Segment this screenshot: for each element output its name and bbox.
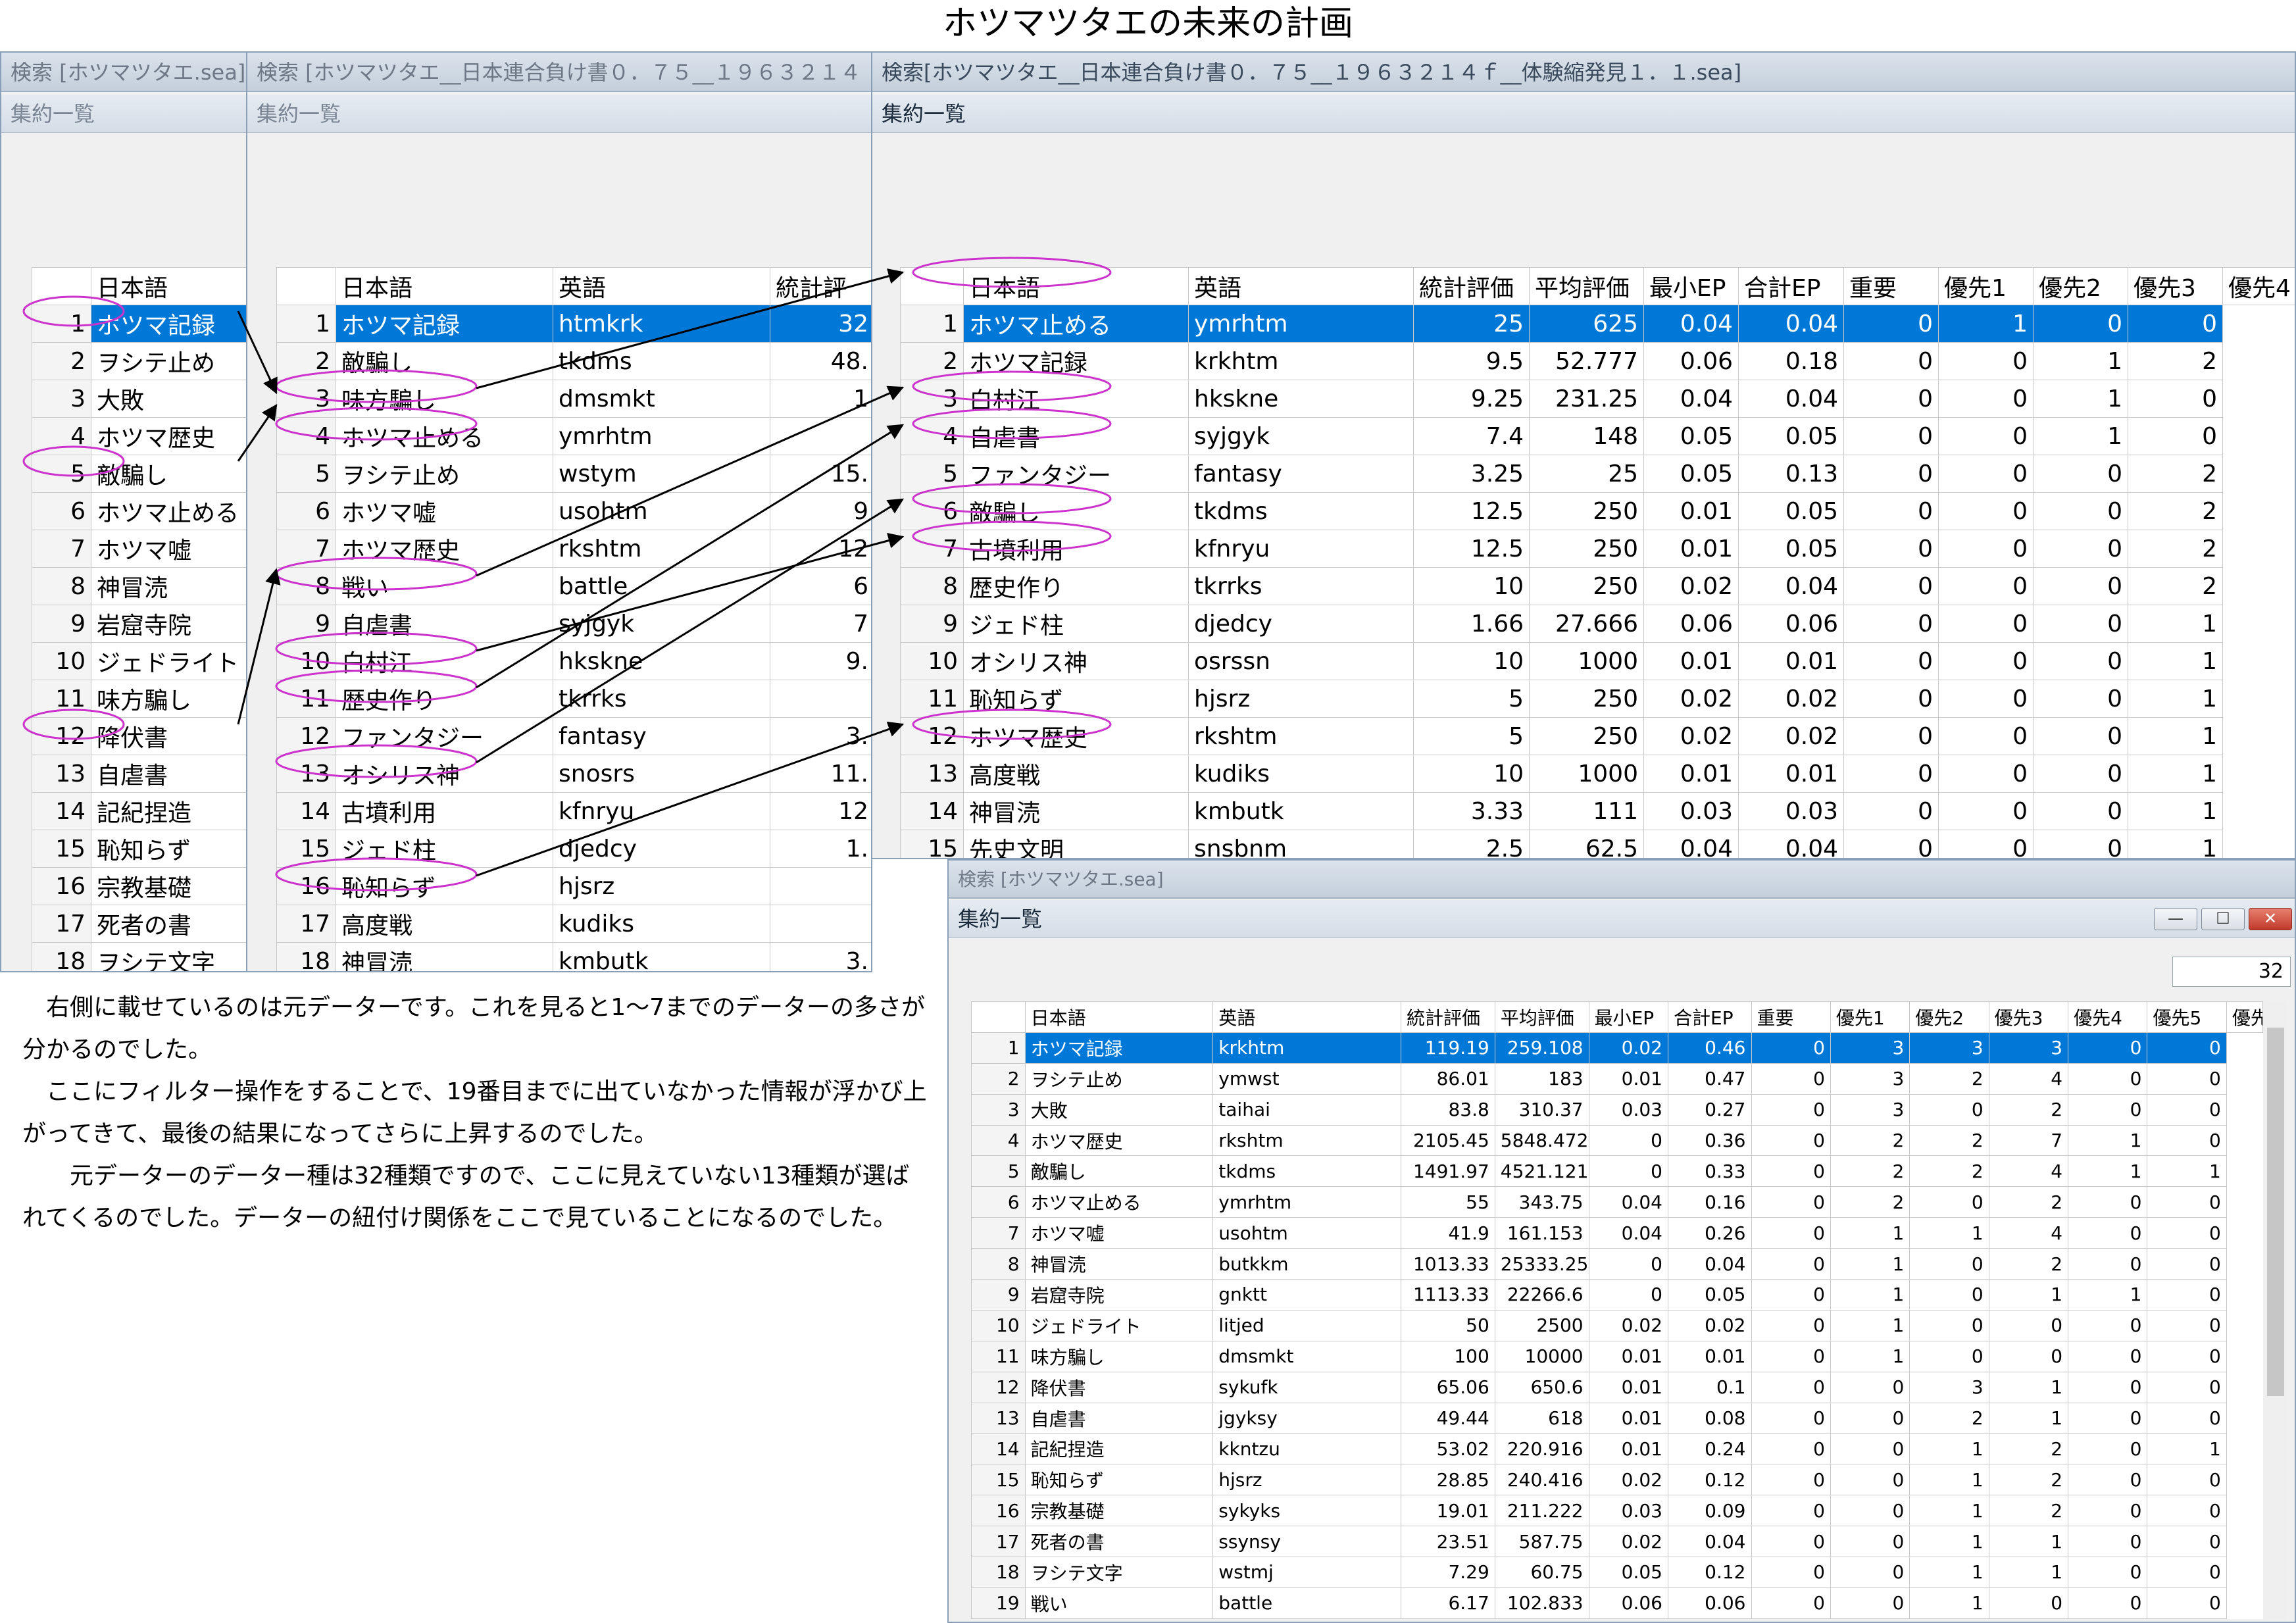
highlight-ellipse: [912, 709, 1112, 740]
highlight-ellipse: [275, 407, 478, 441]
highlight-ellipse: [22, 445, 125, 477]
highlight-ellipse: [275, 632, 478, 666]
highlight-ellipse: [275, 369, 478, 403]
highlight-ellipse: [275, 744, 478, 778]
link-arrow: [476, 268, 905, 389]
link-arrow: [476, 424, 905, 689]
link-arrow: [476, 532, 905, 652]
highlight-ellipse: [22, 295, 125, 327]
link-arrow: [476, 498, 905, 764]
link-arrow: [476, 386, 905, 577]
highlight-ellipse: [275, 669, 478, 703]
highlight-ellipse: [912, 257, 1112, 288]
annotation-overlay: [22, 257, 1112, 891]
highlight-ellipse: [912, 370, 1112, 402]
highlight-ellipse: [275, 557, 478, 591]
highlight-ellipse: [275, 857, 478, 891]
link-arrow: [237, 311, 278, 395]
link-arrow: [237, 568, 281, 725]
highlight-ellipse: [912, 408, 1112, 439]
link-arrow: [237, 404, 278, 462]
highlight-ellipse: [912, 520, 1112, 552]
link-arrow: [476, 721, 905, 877]
highlight-ellipse: [912, 483, 1112, 514]
highlight-ellipse: [22, 709, 125, 740]
